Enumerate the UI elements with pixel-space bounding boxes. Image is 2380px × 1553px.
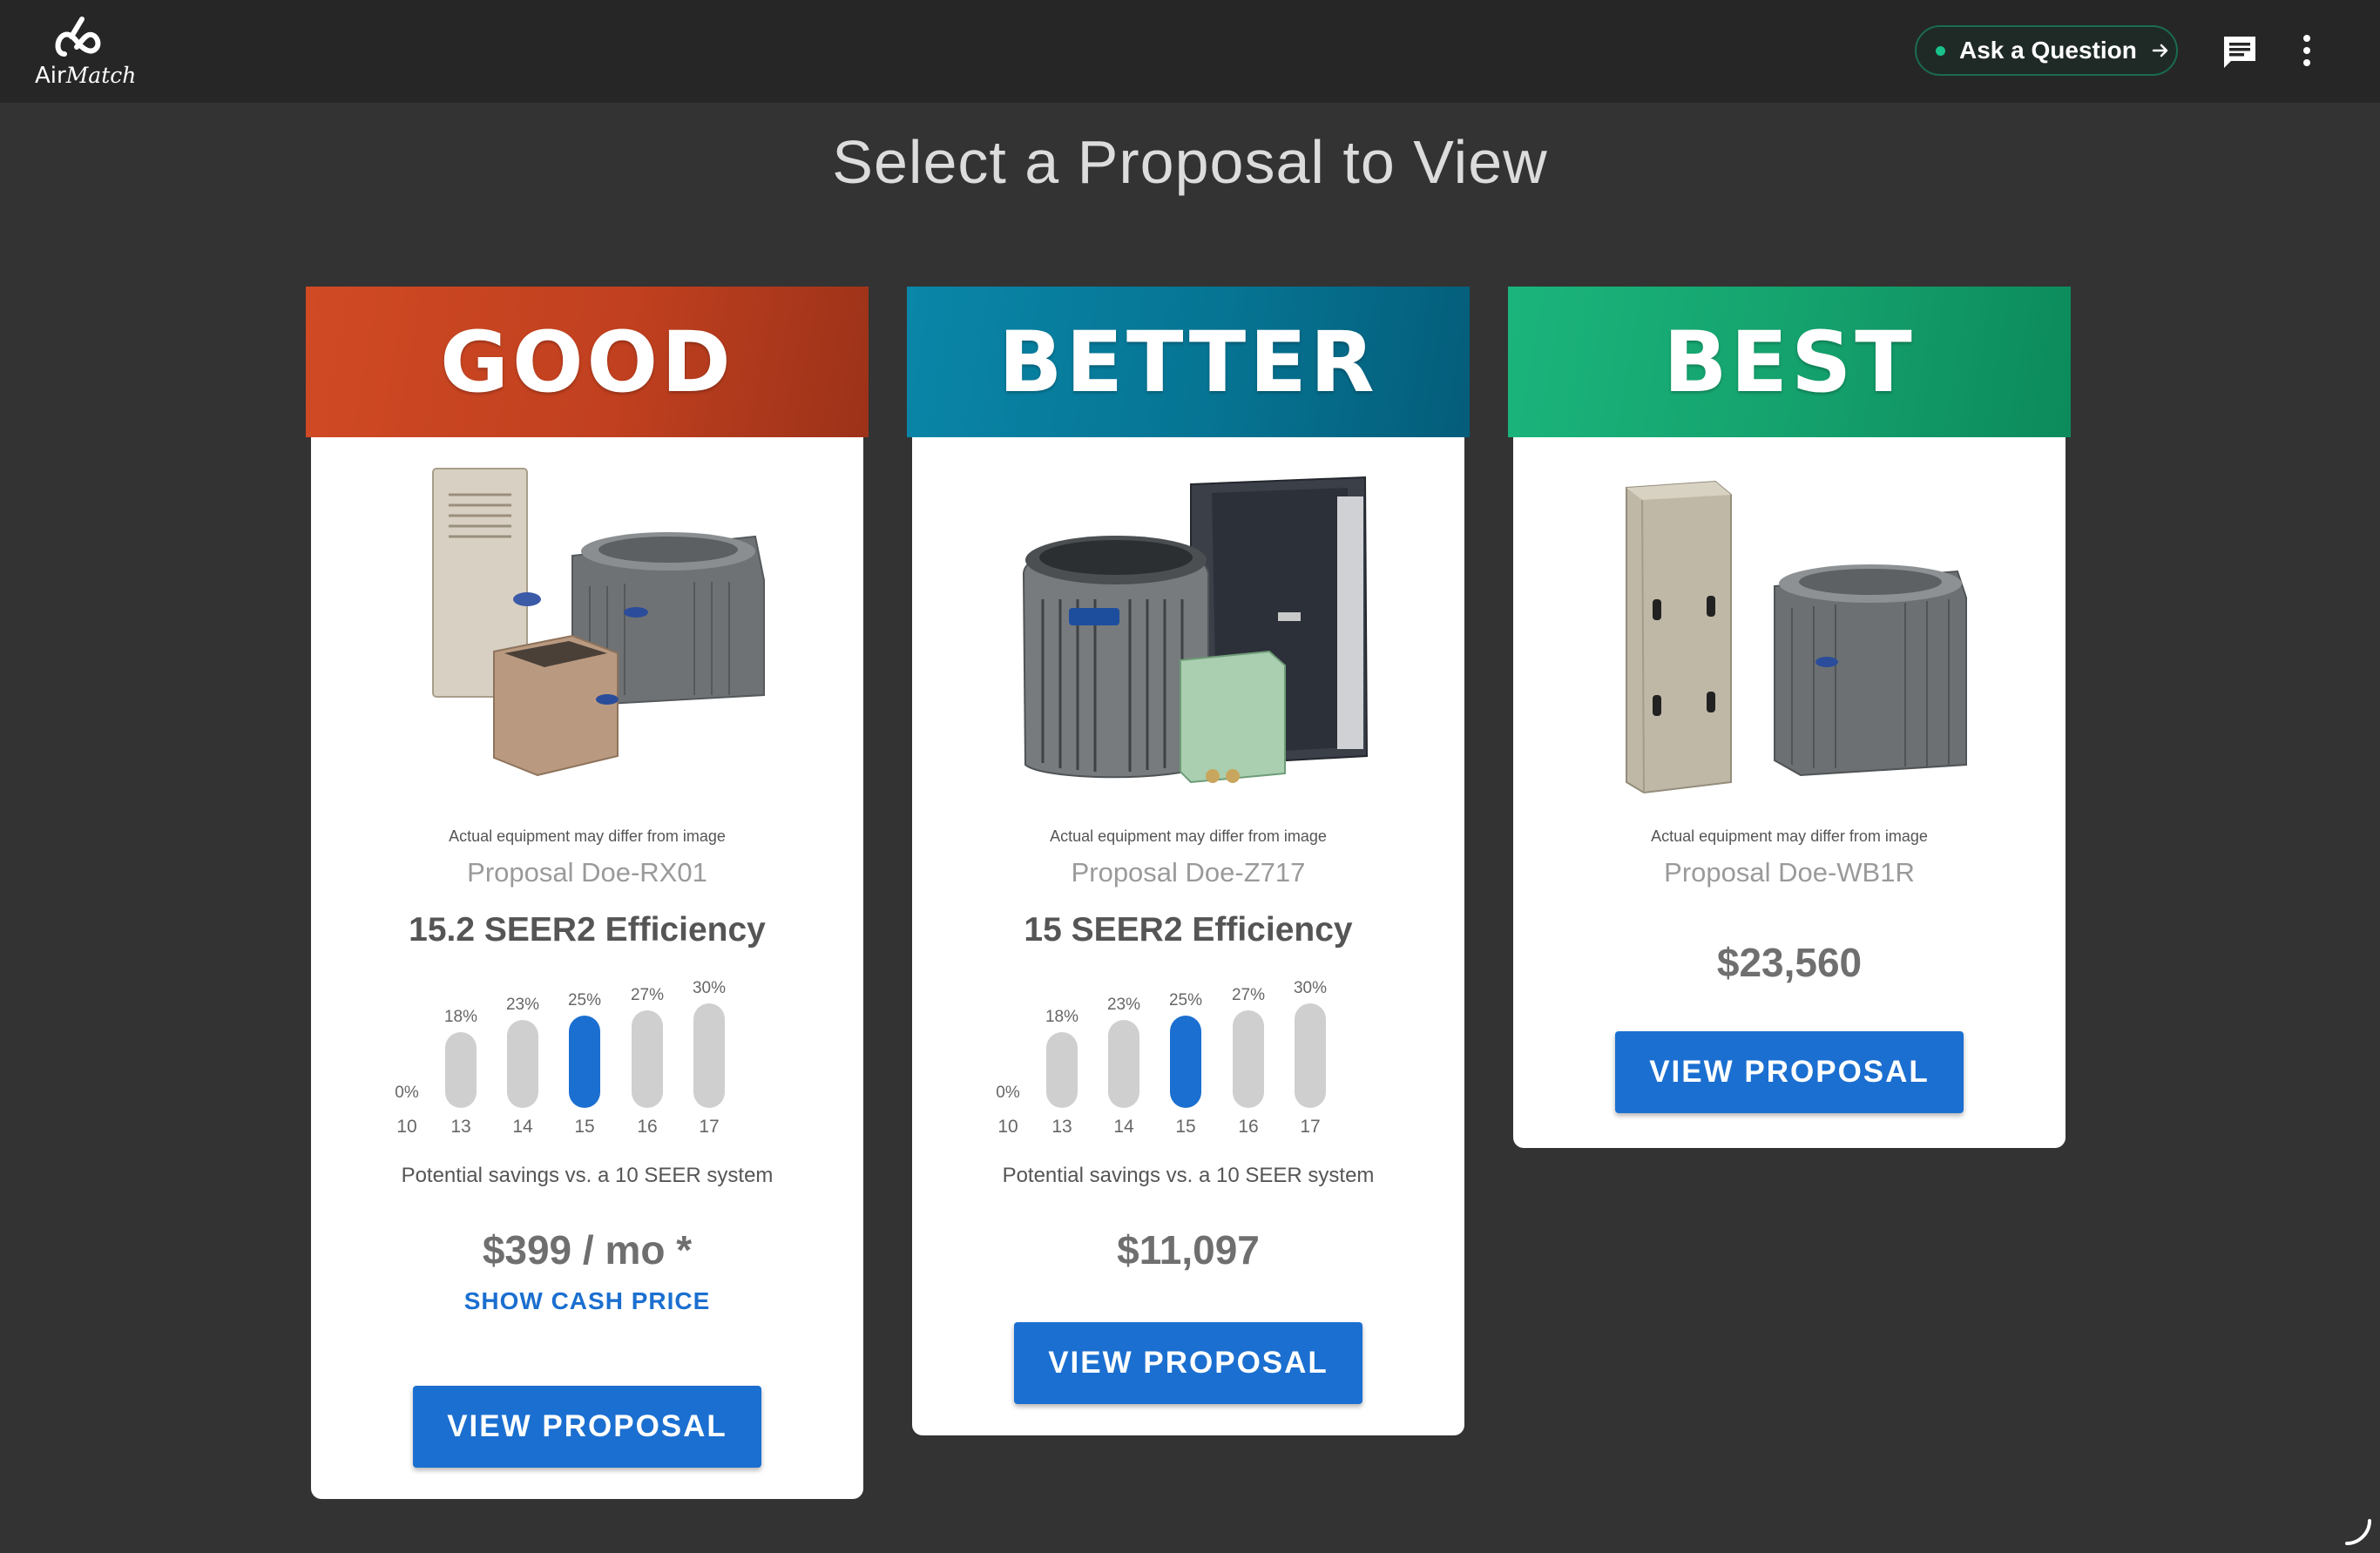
top-bar: AirMatch Ask a Question bbox=[0, 0, 2380, 103]
efficiency-rating: 15 SEER2 Efficiency bbox=[1024, 911, 1353, 949]
logo-text-air: Air bbox=[35, 63, 66, 89]
equipment-image bbox=[1022, 476, 1369, 784]
savings-bar-chart: 0% 10 18% 13 23% 14 25% 15 27% 16 30% 17 bbox=[311, 970, 863, 1144]
savings-bar-14: 23% 14 bbox=[1098, 970, 1150, 1144]
savings-percent-label: 25% bbox=[1168, 991, 1203, 1009]
card-body: Actual equipment may differ from image P… bbox=[912, 434, 1464, 1435]
card-body: Actual equipment may differ from image P… bbox=[311, 434, 863, 1499]
savings-bar-fill bbox=[1108, 1020, 1139, 1108]
savings-bar-fill bbox=[1233, 1010, 1264, 1108]
status-dot bbox=[1936, 45, 1945, 56]
savings-percent-label: 25% bbox=[567, 991, 602, 1009]
tier-banner: BETTER bbox=[907, 287, 1470, 437]
seer-tick-label: 15 bbox=[1175, 1117, 1196, 1137]
card-body: Actual equipment may differ from image P… bbox=[1513, 434, 2066, 1148]
savings-bar-fill bbox=[445, 1032, 477, 1108]
savings-bar-selected bbox=[569, 1016, 600, 1108]
ask-a-question-button[interactable]: Ask a Question bbox=[1915, 25, 2178, 76]
savings-bar-14: 23% 14 bbox=[497, 970, 549, 1144]
seer-tick-label: 17 bbox=[699, 1117, 720, 1137]
savings-bar-10: 0% 10 bbox=[381, 970, 433, 1144]
savings-bar-16: 27% 16 bbox=[621, 970, 673, 1144]
savings-percent-label: 23% bbox=[505, 996, 540, 1014]
proposal-card-good: GOOD Actual equipment may differ from im… bbox=[306, 287, 869, 1499]
savings-percent-label: 18% bbox=[443, 1008, 478, 1026]
savings-bar-fill bbox=[1046, 1032, 1078, 1108]
savings-bar-chart: 0% 10 18% 13 23% 14 25% 15 27% 16 30% 17 bbox=[912, 970, 1464, 1144]
seer-tick-label: 14 bbox=[1113, 1117, 1134, 1137]
savings-bar-fill bbox=[1295, 1003, 1326, 1108]
efficiency-rating: 15.2 SEER2 Efficiency bbox=[409, 911, 766, 949]
savings-percent-label: 0% bbox=[395, 1084, 419, 1102]
cash-price: $23,560 bbox=[1716, 940, 1863, 985]
savings-caption: Potential savings vs. a 10 SEER system bbox=[1002, 1164, 1375, 1187]
equipment-disclaimer: Actual equipment may differ from image bbox=[1651, 827, 1928, 845]
savings-bar-fill bbox=[632, 1010, 663, 1108]
seer-tick-label: 10 bbox=[396, 1117, 417, 1137]
show-cash-price-link[interactable]: SHOW CASH PRICE bbox=[311, 1287, 863, 1315]
savings-caption: Potential savings vs. a 10 SEER system bbox=[401, 1164, 774, 1187]
ask-a-question-label: Ask a Question bbox=[1959, 37, 2137, 64]
savings-bar-13: 18% 13 bbox=[435, 970, 487, 1144]
equipment-image bbox=[1626, 480, 1967, 794]
proposal-card-best: BEST Actual equipment may differ from im… bbox=[1508, 287, 2071, 1148]
proposal-card-better: BETTER Actual equipment may differ from … bbox=[907, 287, 1470, 1435]
page-title: Select a Proposal to View bbox=[832, 128, 1548, 196]
seer-tick-label: 13 bbox=[1051, 1117, 1072, 1137]
tier-banner: BEST bbox=[1508, 287, 2071, 437]
logo-text-match: Match bbox=[65, 63, 137, 88]
equipment-disclaimer: Actual equipment may differ from image bbox=[1050, 827, 1327, 845]
seer-tick-label: 16 bbox=[1238, 1117, 1259, 1137]
equipment-image bbox=[432, 468, 765, 777]
savings-percent-label: 18% bbox=[1045, 1008, 1079, 1026]
savings-bar-10: 0% 10 bbox=[982, 970, 1034, 1144]
tier-banner: GOOD bbox=[306, 287, 869, 437]
seer-tick-label: 13 bbox=[450, 1117, 471, 1137]
proposal-id: Proposal Doe-Z717 bbox=[1071, 857, 1306, 888]
arrow-right-icon bbox=[2151, 41, 2170, 60]
savings-percent-label: 30% bbox=[692, 979, 727, 997]
savings-bar-17: 30% 17 bbox=[1284, 970, 1336, 1144]
more-vertical-icon[interactable] bbox=[2298, 31, 2316, 74]
savings-bar-16: 27% 16 bbox=[1222, 970, 1275, 1144]
savings-bar-selected bbox=[1170, 1016, 1201, 1108]
seer-tick-label: 17 bbox=[1300, 1117, 1321, 1137]
view-proposal-button[interactable]: VIEW PROPOSAL bbox=[413, 1386, 761, 1468]
savings-bar-15: 25% 15 bbox=[558, 970, 611, 1144]
savings-percent-label: 27% bbox=[630, 986, 665, 1004]
savings-percent-label: 0% bbox=[996, 1084, 1020, 1102]
monthly-price: $399 / mo * bbox=[482, 1227, 693, 1273]
proposal-id: Proposal Doe-WB1R bbox=[1664, 857, 1915, 888]
chat-bubble-icon[interactable] bbox=[2221, 33, 2259, 76]
savings-bar-17: 30% 17 bbox=[683, 970, 735, 1144]
view-proposal-button[interactable]: VIEW PROPOSAL bbox=[1014, 1322, 1362, 1404]
savings-bar-15: 25% 15 bbox=[1160, 970, 1212, 1144]
airmatch-logo[interactable]: AirMatch bbox=[33, 16, 136, 89]
seer-tick-label: 14 bbox=[512, 1117, 533, 1137]
savings-percent-label: 23% bbox=[1106, 996, 1141, 1014]
cash-price: $11,097 bbox=[1117, 1227, 1260, 1273]
savings-percent-label: 27% bbox=[1231, 986, 1266, 1004]
savings-bar-13: 18% 13 bbox=[1036, 970, 1088, 1144]
seer-tick-label: 15 bbox=[574, 1117, 595, 1137]
logo-wordmark: AirMatch bbox=[35, 63, 136, 89]
equipment-disclaimer: Actual equipment may differ from image bbox=[449, 827, 726, 845]
seer-tick-label: 10 bbox=[997, 1117, 1018, 1137]
savings-percent-label: 30% bbox=[1293, 979, 1328, 997]
savings-bar-fill bbox=[507, 1020, 538, 1108]
resize-handle-icon[interactable] bbox=[2343, 1517, 2373, 1551]
seer-tick-label: 16 bbox=[637, 1117, 658, 1137]
logo-mark-icon bbox=[55, 17, 101, 57]
view-proposal-button[interactable]: VIEW PROPOSAL bbox=[1615, 1031, 1964, 1113]
savings-bar-fill bbox=[693, 1003, 725, 1108]
proposal-id: Proposal Doe-RX01 bbox=[467, 857, 707, 888]
